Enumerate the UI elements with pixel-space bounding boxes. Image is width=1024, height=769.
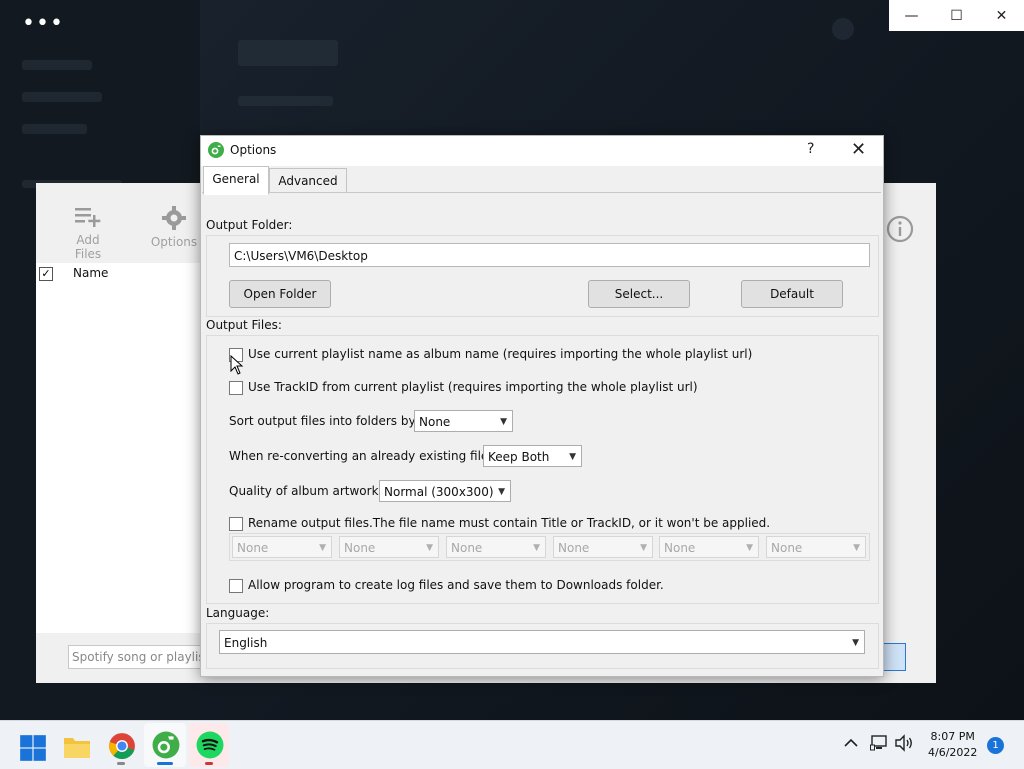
general-panel: Output Folder: C:\Users\VM6\Desktop Open… [202, 192, 881, 673]
add-url-button[interactable] [881, 643, 906, 671]
network-icon[interactable] [870, 734, 888, 752]
gear-icon [162, 206, 186, 230]
sort-folders-select[interactable]: None ▼ [414, 410, 513, 432]
help-button[interactable]: ? [807, 141, 814, 157]
select-folder-button[interactable]: Select... [588, 280, 690, 308]
close-button[interactable]: ✕ [979, 0, 1024, 31]
use-trackid-label: Use TrackID from current playlist (requi… [248, 380, 698, 394]
clock-time: 8:07 PM [930, 730, 975, 743]
file-list: ✓ Name [36, 263, 200, 633]
options-dialog: Options ? ✕ General Advanced Output Fold… [200, 135, 884, 677]
spotify-icon[interactable] [196, 731, 224, 759]
window-controls: — ☐ ✕ [889, 0, 1024, 31]
language-value: English [224, 636, 268, 650]
chevron-up-icon[interactable] [844, 738, 858, 748]
chevron-down-icon: ▼ [498, 487, 505, 497]
output-folder-label: Output Folder: [206, 218, 293, 232]
chevron-down-icon: ▼ [746, 543, 753, 553]
reconvert-label: When re-converting an already existing f… [229, 449, 493, 463]
blurred-nav-item [22, 92, 102, 102]
rename-slot-6[interactable]: None ▼ [766, 536, 866, 558]
rename-files-label: Rename output files.The file name must c… [248, 516, 771, 530]
output-files-label: Output Files: [206, 318, 282, 332]
dialog-title: Options [230, 143, 277, 157]
blurred-heading [238, 40, 338, 66]
volume-icon[interactable] [894, 734, 914, 752]
chevron-down-icon: ▼ [533, 543, 540, 553]
blurred-nav-item [22, 60, 92, 70]
select-all-checkbox[interactable]: ✓ [39, 267, 53, 281]
chevron-down-icon: ▼ [500, 417, 507, 427]
dialog-close-button[interactable]: ✕ [851, 139, 866, 160]
artwork-quality-label: Quality of album artwork: [229, 484, 383, 498]
default-folder-button[interactable]: Default [741, 280, 843, 308]
clock-date: 4/6/2022 [928, 746, 978, 759]
chevron-down-icon: ▼ [569, 452, 576, 462]
output-folder-path[interactable]: C:\Users\VM6\Desktop [229, 243, 870, 267]
dialog-titlebar: Options ? ✕ [201, 136, 883, 166]
add-files-button[interactable]: Add Files [62, 205, 114, 261]
rename-slot-3[interactable]: None ▼ [446, 536, 546, 558]
chevron-down-icon: ▼ [319, 543, 326, 553]
mouse-cursor-icon [230, 355, 244, 375]
chrome-running-indicator [117, 762, 125, 765]
artwork-quality-select[interactable]: Normal (300x300) ▼ [379, 480, 511, 502]
taskbar: 8:07 PM 4/6/2022 1 [0, 720, 1024, 769]
rename-slot-1[interactable]: None ▼ [232, 536, 332, 558]
tab-general[interactable]: General [203, 166, 269, 195]
blurred-subheading [238, 96, 333, 106]
output-files-group [206, 335, 879, 604]
chevron-down-icon: ▼ [640, 543, 647, 553]
notification-badge[interactable]: 1 [987, 737, 1004, 754]
options-button[interactable]: Options [150, 205, 198, 249]
info-icon[interactable] [886, 215, 914, 243]
language-label: Language: [206, 606, 270, 620]
chevron-down-icon: ▼ [852, 638, 859, 648]
name-column-header[interactable]: Name [73, 266, 108, 280]
blurred-avatar [832, 18, 854, 40]
file-explorer-icon[interactable] [63, 733, 91, 761]
converter-app-icon[interactable] [152, 731, 180, 759]
artwork-quality-value: Normal (300x300) [384, 485, 494, 499]
chevron-down-icon: ▼ [853, 543, 860, 553]
maximize-button[interactable]: ☐ [934, 0, 979, 31]
sort-folders-value: None [419, 415, 451, 429]
log-files-label: Allow program to create log files and sa… [248, 578, 664, 592]
rename-slot-value: None [558, 541, 590, 555]
rename-slot-value: None [664, 541, 696, 555]
add-files-label: Add Files [74, 233, 102, 261]
use-trackid-checkbox[interactable] [229, 381, 243, 395]
add-files-icon [75, 208, 101, 227]
reconvert-value: Keep Both [488, 450, 550, 464]
minimize-button[interactable]: — [889, 0, 934, 31]
sort-folders-label: Sort output files into folders by: [229, 414, 419, 428]
rename-slot-value: None [237, 541, 269, 555]
chevron-down-icon: ▼ [426, 543, 433, 553]
log-files-checkbox[interactable] [229, 579, 243, 593]
language-select[interactable]: English ▼ [219, 630, 865, 654]
reconvert-select[interactable]: Keep Both ▼ [483, 445, 582, 467]
converter-active-indicator [157, 762, 173, 765]
system-clock[interactable]: 8:07 PM 4/6/2022 [928, 729, 977, 761]
more-menu-icon[interactable]: ••• [22, 13, 64, 35]
rename-slot-value: None [771, 541, 803, 555]
rename-slot-value: None [451, 541, 483, 555]
open-folder-button[interactable]: Open Folder [229, 280, 331, 308]
rename-slot-2[interactable]: None ▼ [339, 536, 439, 558]
windows-start-icon[interactable] [19, 734, 47, 762]
use-playlist-name-label: Use current playlist name as album name … [248, 347, 753, 361]
options-label: Options [150, 235, 198, 249]
app-logo-icon [208, 142, 224, 158]
rename-files-checkbox[interactable] [229, 517, 243, 531]
rename-slot-4[interactable]: None ▼ [553, 536, 653, 558]
url-input[interactable]: Spotify song or playlist [68, 645, 213, 669]
spotify-running-indicator [205, 762, 213, 765]
chrome-icon[interactable] [108, 732, 136, 760]
tab-advanced[interactable]: Advanced [269, 168, 347, 195]
rename-slot-5[interactable]: None ▼ [659, 536, 759, 558]
blurred-nav-item [22, 124, 87, 134]
rename-slot-value: None [344, 541, 376, 555]
